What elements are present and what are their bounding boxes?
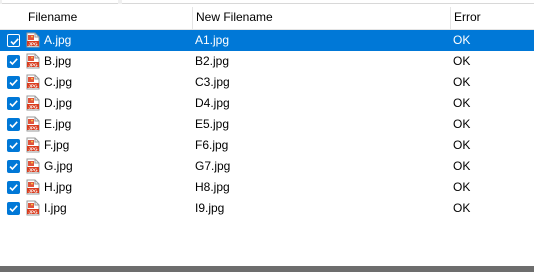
horizontal-scrollbar[interactable] xyxy=(0,266,534,272)
svg-text:JPG: JPG xyxy=(28,146,38,151)
jpg-file-icon: JPG xyxy=(25,137,41,153)
filename-cell: C.jpg xyxy=(44,75,73,89)
error-cell: OK xyxy=(453,96,471,110)
svg-text:JPG: JPG xyxy=(28,41,38,46)
table-row[interactable]: JPG B.jpg B2.jpg OK xyxy=(0,51,534,72)
jpg-file-icon: JPG xyxy=(25,32,41,48)
table-row[interactable]: JPG A.jpg A1.jpg OK xyxy=(0,30,534,51)
jpg-file-icon: JPG xyxy=(25,179,41,195)
jpg-file-icon: JPG xyxy=(25,200,41,216)
svg-text:JPG: JPG xyxy=(28,167,38,172)
table-row[interactable]: JPG I.jpg I9.jpg OK xyxy=(0,198,534,219)
checkbox-checked-icon[interactable] xyxy=(7,118,20,131)
filename-cell: D.jpg xyxy=(44,96,73,110)
table-row[interactable]: JPG G.jpg G7.jpg OK xyxy=(0,156,534,177)
error-cell: OK xyxy=(453,159,471,173)
filename-cell: B.jpg xyxy=(44,54,72,68)
error-cell: OK xyxy=(453,75,471,89)
svg-text:JPG: JPG xyxy=(28,62,38,67)
filename-cell: E.jpg xyxy=(44,117,72,131)
jpg-file-icon: JPG xyxy=(25,116,41,132)
new-filename-cell: H8.jpg xyxy=(195,180,230,194)
column-header-error[interactable]: Error xyxy=(450,7,534,29)
svg-text:JPG: JPG xyxy=(28,83,38,88)
error-cell: OK xyxy=(453,138,471,152)
svg-text:JPG: JPG xyxy=(28,104,38,109)
checkbox-checked-icon[interactable] xyxy=(7,181,20,194)
new-filename-cell: A1.jpg xyxy=(195,33,230,47)
error-cell: OK xyxy=(453,117,471,131)
error-cell: OK xyxy=(453,201,471,215)
new-filename-cell: F6.jpg xyxy=(195,138,229,152)
table-row[interactable]: JPG F.jpg F6.jpg OK xyxy=(0,135,534,156)
table-row[interactable]: JPG E.jpg E5.jpg OK xyxy=(0,114,534,135)
checkbox-checked-icon[interactable] xyxy=(7,160,20,173)
filename-cell: H.jpg xyxy=(44,180,73,194)
error-cell: OK xyxy=(453,180,471,194)
svg-text:JPG: JPG xyxy=(28,209,38,214)
new-filename-cell: D4.jpg xyxy=(195,96,230,110)
checkbox-checked-icon[interactable] xyxy=(7,139,20,152)
new-filename-cell: G7.jpg xyxy=(195,159,231,173)
column-header-filename[interactable]: Filename xyxy=(24,7,192,29)
list-header: Filename New Filename Error xyxy=(0,7,534,30)
jpg-file-icon: JPG xyxy=(25,95,41,111)
table-row[interactable]: JPG D.jpg D4.jpg OK xyxy=(0,93,534,114)
checkbox-checked-icon[interactable] xyxy=(7,55,20,68)
new-filename-cell: I9.jpg xyxy=(195,201,225,215)
jpg-file-icon: JPG xyxy=(25,74,41,90)
svg-text:JPG: JPG xyxy=(28,125,38,130)
jpg-file-icon: JPG xyxy=(25,158,41,174)
svg-text:JPG: JPG xyxy=(28,188,38,193)
error-cell: OK xyxy=(453,33,471,47)
new-filename-cell: B2.jpg xyxy=(195,54,230,68)
filename-cell: A.jpg xyxy=(44,33,72,47)
new-filename-cell: E5.jpg xyxy=(195,117,230,131)
file-list[interactable]: Filename New Filename Error JPG A.jpg A1.j… xyxy=(0,4,534,266)
checkbox-checked-icon[interactable] xyxy=(7,34,20,47)
column-header-new-filename[interactable]: New Filename xyxy=(192,7,450,29)
checkbox-checked-icon[interactable] xyxy=(7,202,20,215)
filename-cell: I.jpg xyxy=(44,201,67,215)
error-cell: OK xyxy=(453,54,471,68)
new-filename-cell: C3.jpg xyxy=(195,75,230,89)
checkbox-checked-icon[interactable] xyxy=(7,97,20,110)
table-row[interactable]: JPG C.jpg C3.jpg OK xyxy=(0,72,534,93)
jpg-file-icon: JPG xyxy=(25,53,41,69)
checkbox-checked-icon[interactable] xyxy=(7,76,20,89)
table-row[interactable]: JPG H.jpg H8.jpg OK xyxy=(0,177,534,198)
filename-cell: G.jpg xyxy=(44,159,73,173)
filename-cell: F.jpg xyxy=(44,138,70,152)
